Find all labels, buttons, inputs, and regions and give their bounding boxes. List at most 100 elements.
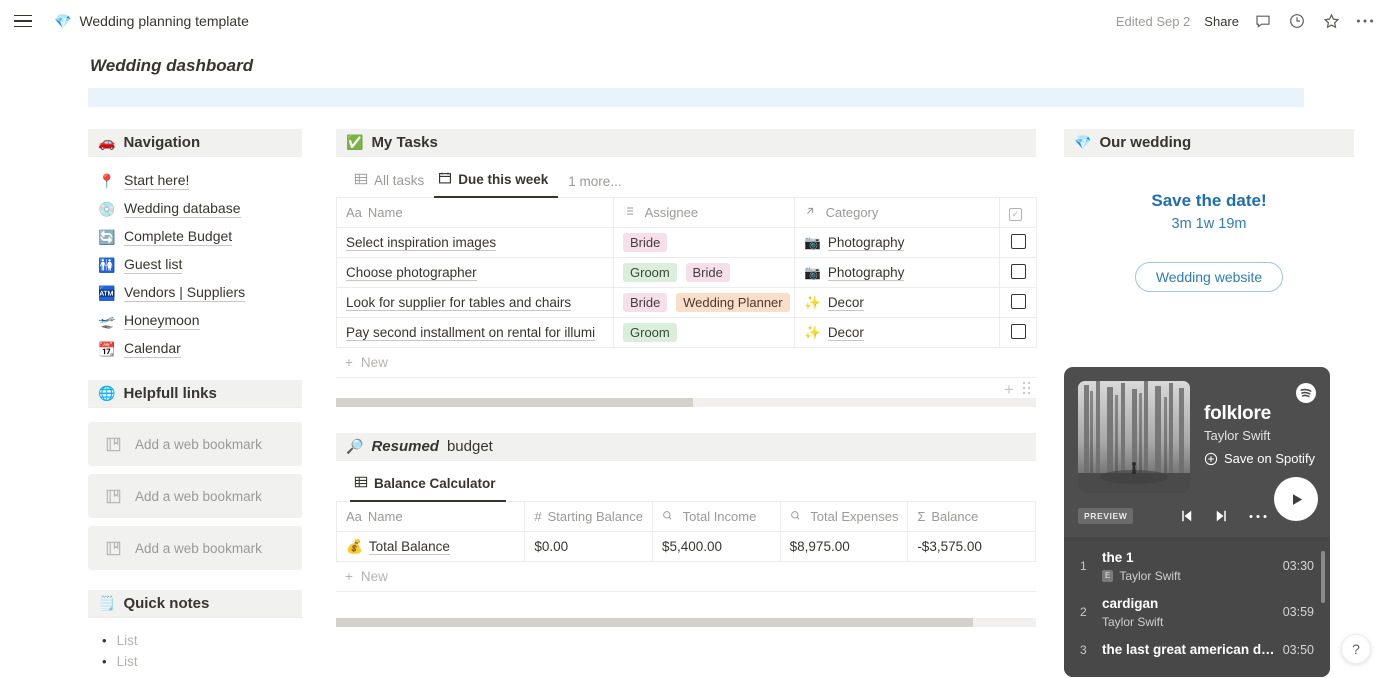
spotify-icon[interactable] xyxy=(1296,383,1316,403)
column-header-starting-balance[interactable]: # Starting Balance xyxy=(524,501,653,532)
add-block-icon[interactable]: + xyxy=(1004,380,1014,400)
budget-horizontal-scrollbar[interactable] xyxy=(336,618,1036,627)
task-checkbox[interactable] xyxy=(1010,263,1026,279)
column-header-category[interactable]: Category xyxy=(794,197,1000,228)
tab-balance-calculator[interactable]: Balance Calculator xyxy=(350,471,506,502)
task-name-cell[interactable]: Choose photographer xyxy=(336,257,614,288)
task-assignee-cell[interactable]: Bride Wedding Planner xyxy=(613,287,795,318)
top-bar: 💎 Wedding planning template Edited Sep 2… xyxy=(0,0,1389,42)
column-header-balance[interactable]: Σ Balance xyxy=(907,501,1036,532)
tasks-horizontal-scrollbar[interactable] xyxy=(336,398,1036,407)
breadcrumb[interactable]: 💎 Wedding planning template xyxy=(54,13,249,30)
balance-cell[interactable]: -$3,575.00 xyxy=(907,531,1036,562)
task-name[interactable]: Choose photographer xyxy=(346,265,477,281)
table-row[interactable]: Pay second installment on rental for ill… xyxy=(336,317,1037,348)
column-header-done[interactable]: ✓ xyxy=(999,197,1037,228)
total-income-cell[interactable]: $5,400.00 xyxy=(652,531,781,562)
new-task-row[interactable]: + New xyxy=(336,348,1036,378)
play-icon[interactable] xyxy=(1274,477,1318,521)
money-bag-icon: 💰 xyxy=(346,538,363,554)
help-button[interactable]: ? xyxy=(1341,634,1371,664)
track-list-scrollbar[interactable] xyxy=(1321,551,1325,603)
rollup-icon xyxy=(662,509,677,524)
add-web-bookmark-button[interactable]: Add a web bookmark xyxy=(88,422,302,466)
spotify-embed[interactable]: folklore Taylor Swift Save on Spotify PR… xyxy=(1064,367,1330,677)
spotify-track-list[interactable]: 1 the 1 E Taylor Swift 03:30 2 cardigan xyxy=(1064,537,1330,677)
task-assignee-cell[interactable]: Bride xyxy=(613,227,795,258)
bookmark-label: Add a web bookmark xyxy=(135,540,262,556)
budget-row-name[interactable]: Total Balance xyxy=(368,539,450,555)
next-track-icon[interactable] xyxy=(1213,507,1231,525)
sidebar-item-wedding-database[interactable]: 💿 Wedding database xyxy=(98,195,302,223)
column-header-name[interactable]: Aa Name xyxy=(335,501,526,532)
task-name[interactable]: Select inspiration images xyxy=(346,235,497,251)
list-item[interactable]: 1 the 1 E Taylor Swift 03:30 xyxy=(1064,543,1330,589)
column-header-total-expenses[interactable]: Total Expenses xyxy=(780,501,909,532)
share-button[interactable]: Share xyxy=(1204,14,1239,29)
task-name[interactable]: Look for supplier for tables and chairs xyxy=(346,295,572,311)
column-header-name[interactable]: Aa Name xyxy=(336,197,614,228)
tab-all-tasks[interactable]: All tasks xyxy=(350,168,434,197)
task-checkbox[interactable] xyxy=(1010,293,1026,309)
task-done-cell[interactable] xyxy=(999,317,1037,348)
refresh-icon: 🔄 xyxy=(98,228,116,245)
add-web-bookmark-button[interactable]: Add a web bookmark xyxy=(88,526,302,570)
top-bar-actions: Edited Sep 2 Share xyxy=(1116,11,1375,31)
task-done-cell[interactable] xyxy=(999,257,1037,288)
car-icon: 🚗 xyxy=(98,134,116,150)
new-budget-row[interactable]: + New xyxy=(336,562,1036,592)
sidebar-item-start-here[interactable]: 📍 Start here! xyxy=(98,167,302,195)
add-web-bookmark-button[interactable]: Add a web bookmark xyxy=(88,474,302,518)
comment-icon[interactable] xyxy=(1253,11,1273,31)
budget-table-body: 💰 Total Balance $0.00 $5,400.00 $8,975.00… xyxy=(335,531,1036,562)
ellipsis-icon[interactable] xyxy=(1249,514,1267,519)
scrollbar-thumb[interactable] xyxy=(336,618,973,627)
task-category-cell[interactable]: 📷 Photography xyxy=(794,257,1000,288)
task-checkbox[interactable] xyxy=(1010,233,1026,249)
task-name-cell[interactable]: Look for supplier for tables and chairs xyxy=(336,287,614,318)
disc-icon: 💿 xyxy=(98,200,116,217)
wedding-website-button[interactable]: Wedding website xyxy=(1134,262,1284,292)
task-category-cell[interactable]: 📷 Photography xyxy=(794,227,1000,258)
task-assignee-cell[interactable]: Groom xyxy=(613,317,795,348)
task-category-cell[interactable]: ✨ Decor xyxy=(794,287,1000,318)
sidebar-item-vendors-suppliers[interactable]: 🏧 Vendors | Suppliers xyxy=(98,279,302,307)
task-name-cell[interactable]: Pay second installment on rental for ill… xyxy=(336,317,614,348)
budget-name-cell[interactable]: 💰 Total Balance xyxy=(335,531,526,562)
table-row[interactable]: Look for supplier for tables and chairs … xyxy=(336,287,1037,318)
sidebar-item-complete-budget[interactable]: 🔄 Complete Budget xyxy=(98,223,302,251)
hamburger-icon[interactable] xyxy=(14,10,36,32)
ellipsis-icon[interactable] xyxy=(1355,11,1375,31)
list-item[interactable]: 2 cardigan Taylor Swift 03:59 xyxy=(1064,589,1330,635)
table-row[interactable]: 💰 Total Balance $0.00 $5,400.00 $8,975.00… xyxy=(335,531,1036,562)
table-row[interactable]: Choose photographer Groom Bride 📷 Photog… xyxy=(336,257,1037,288)
list-item[interactable]: • List xyxy=(102,630,302,651)
task-done-cell[interactable] xyxy=(999,227,1037,258)
sidebar-item-guest-list[interactable]: 🚻 Guest list xyxy=(98,251,302,279)
task-assignee-cell[interactable]: Groom Bride xyxy=(613,257,795,288)
clock-icon[interactable] xyxy=(1287,11,1307,31)
quick-notes-list: • List • List xyxy=(88,618,302,672)
column-header-total-income[interactable]: Total Income xyxy=(652,501,781,532)
previous-track-icon[interactable] xyxy=(1177,507,1195,525)
starting-balance-cell[interactable]: $0.00 xyxy=(524,531,653,562)
sidebar-item-honeymoon[interactable]: 🛫 Honeymoon xyxy=(98,307,302,335)
list-item[interactable]: • List xyxy=(102,651,302,672)
task-category-cell[interactable]: ✨ Decor xyxy=(794,317,1000,348)
total-expenses-cell[interactable]: $8,975.00 xyxy=(780,531,909,562)
task-name[interactable]: Pay second installment on rental for ill… xyxy=(346,325,596,341)
star-icon[interactable] xyxy=(1321,11,1341,31)
save-on-spotify-button[interactable]: Save on Spotify xyxy=(1204,451,1316,466)
sidebar-item-calendar[interactable]: 📆 Calendar xyxy=(98,335,302,363)
scrollbar-thumb[interactable] xyxy=(336,398,693,407)
tab-due-this-week[interactable]: Due this week xyxy=(434,167,559,198)
breadcrumb-label: Wedding planning template xyxy=(79,13,249,29)
task-done-cell[interactable] xyxy=(999,287,1037,318)
task-name-cell[interactable]: Select inspiration images xyxy=(336,227,614,258)
task-checkbox[interactable] xyxy=(1010,323,1026,339)
tab-more[interactable]: 1 more... xyxy=(558,170,631,197)
column-header-assignee[interactable]: Assignee xyxy=(613,197,795,228)
table-row[interactable]: Select inspiration images Bride 📷 Photog… xyxy=(336,227,1037,258)
list-item[interactable]: 3 the last great american d… 03:50 xyxy=(1064,635,1330,665)
drag-handle-icon[interactable] xyxy=(1022,380,1031,400)
